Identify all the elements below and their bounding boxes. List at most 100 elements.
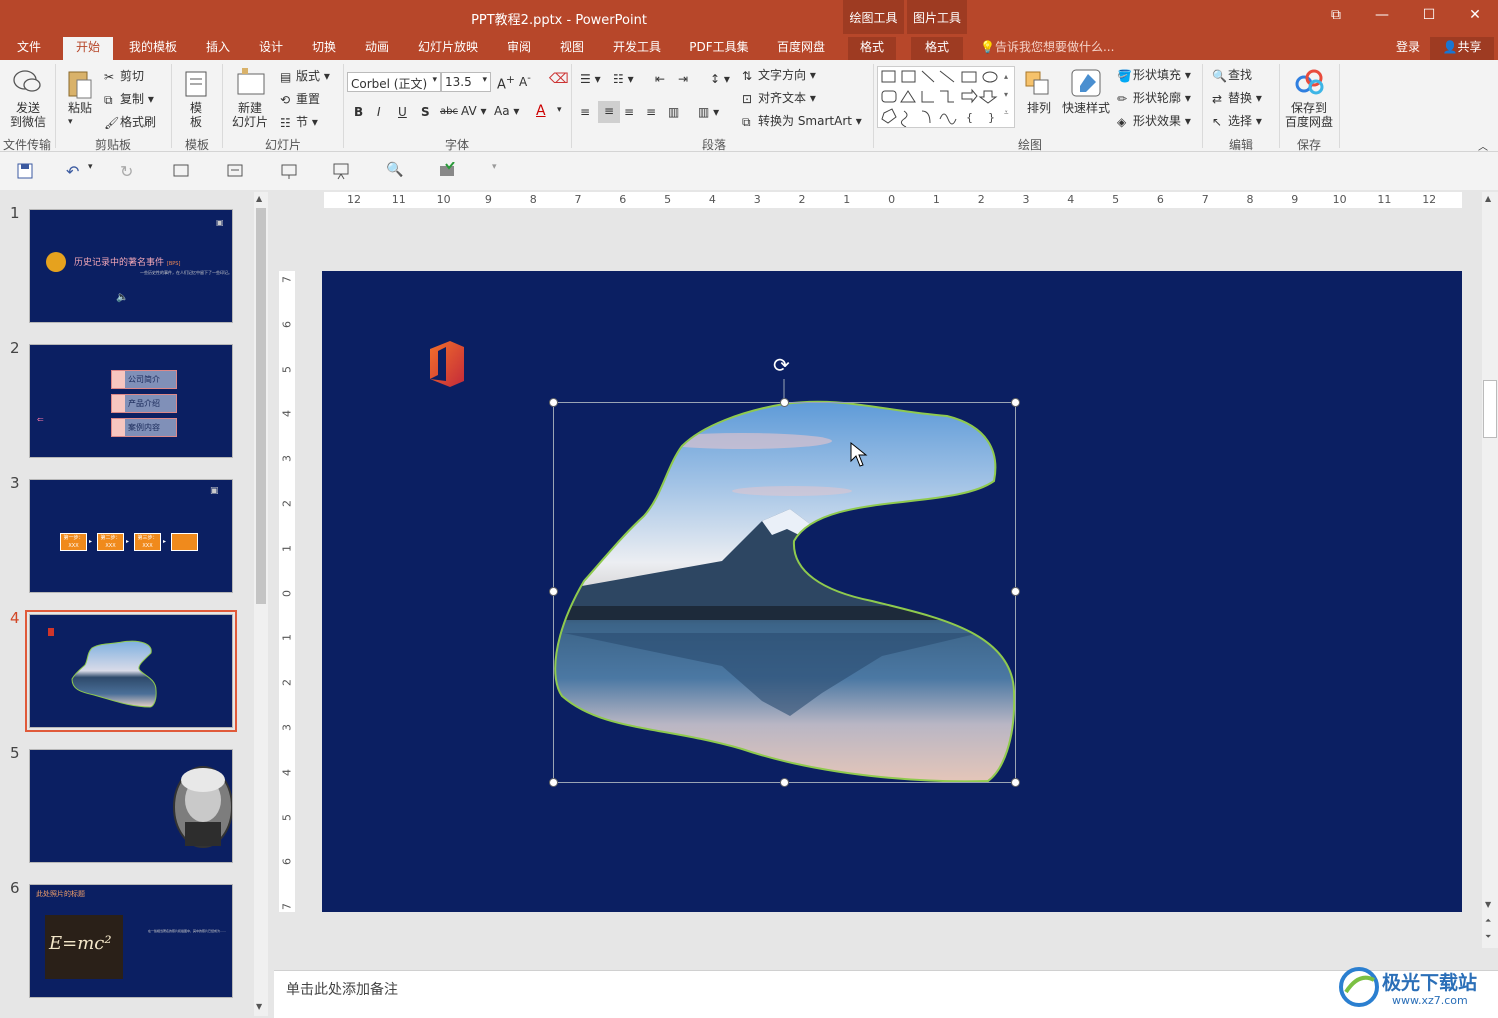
slide-canvas[interactable]: ⟳ [322, 271, 1462, 912]
gallery-scroll-icon[interactable]: ▴ ▾ ⩡ [1004, 68, 1009, 122]
bold-button[interactable]: B [354, 105, 363, 119]
login-link[interactable]: 登录 [1388, 37, 1428, 60]
tab-file[interactable]: 文件 [6, 37, 52, 60]
columns-button[interactable]: ▥ ▾ [698, 105, 719, 119]
tab-review[interactable]: 审阅 [497, 37, 541, 60]
shadow-button[interactable]: S [421, 105, 430, 119]
shape-effects-button[interactable]: ◈ 形状效果 ▾ [1117, 112, 1191, 129]
tab-animations[interactable]: 动画 [355, 37, 399, 60]
align-center-button[interactable]: ≡ [598, 101, 620, 123]
notes-pane[interactable]: 单击此处添加备注 [274, 970, 1498, 1018]
scroll-up-icon[interactable]: ▲ [256, 194, 262, 203]
clear-formatting-icon[interactable]: ⌫ [549, 71, 569, 87]
tab-picture-format[interactable]: 格式 [911, 37, 963, 60]
save-to-baidu-button[interactable]: 保存到 百度网盘 [1282, 101, 1336, 129]
new-slide-qat-icon[interactable] [226, 162, 244, 180]
italic-button[interactable]: I [377, 105, 381, 119]
send-to-wechat-button[interactable]: 发送 到微信 [6, 101, 50, 129]
new-slide-button[interactable]: 新建 幻灯片 [228, 101, 272, 129]
find-button[interactable]: 🔍查找 [1212, 66, 1252, 83]
tab-insert[interactable]: 插入 [196, 37, 240, 60]
customize-qat-icon[interactable]: ▾ [492, 162, 510, 180]
resize-handle-nw[interactable] [549, 398, 558, 407]
freeform-picture[interactable] [322, 271, 1462, 912]
line-spacing-button[interactable]: ↕ ▾ [710, 72, 730, 86]
align-right-button[interactable]: ≡ [624, 105, 634, 119]
resize-handle-n[interactable] [780, 398, 789, 407]
shape-fill-button[interactable]: 🪣形状填充 ▾ [1117, 66, 1191, 83]
char-spacing-button[interactable]: AV ▾ [461, 104, 487, 118]
cut-button[interactable]: ✂ 剪切 [104, 67, 144, 84]
slide-thumbnail-3[interactable]: 第一步： XXX ▸ 第二步： XXX ▸ 第三步： XXX ▸ ▣ [29, 479, 233, 593]
scroll-up-icon[interactable]: ▲ [1485, 194, 1491, 203]
resize-handle-w[interactable] [549, 587, 558, 596]
rotate-handle-icon[interactable]: ⟳ [773, 355, 790, 375]
align-left-button[interactable]: ≡ [580, 105, 590, 119]
tell-me-search[interactable]: 💡告诉我您想要做什么... [980, 37, 1130, 60]
minimize-button[interactable]: — [1371, 7, 1393, 23]
copy-button[interactable]: ⧉ 复制 ▾ [104, 90, 154, 107]
scroll-down-icon[interactable]: ▼ [1485, 900, 1491, 909]
align-text-button[interactable]: ⊡ 对齐文本 ▾ [742, 89, 816, 106]
resize-handle-s[interactable] [780, 778, 789, 787]
scrollbar-thumb[interactable] [1483, 380, 1497, 438]
grow-font-button[interactable]: A+ [497, 73, 515, 92]
tab-pdf-tools[interactable]: PDF工具集 [680, 37, 758, 60]
template-button[interactable]: 模 板 [184, 101, 208, 129]
font-name-select[interactable]: Corbel (正文) ▾ [347, 72, 441, 92]
distributed-button[interactable]: ▥ [668, 105, 679, 119]
scrollbar-thumb[interactable] [256, 208, 266, 604]
font-color-dropdown-icon[interactable]: ▾ [557, 105, 562, 115]
justify-button[interactable]: ≡ [646, 105, 656, 119]
tab-slideshow[interactable]: 幻灯片放映 [408, 37, 488, 60]
font-color-button[interactable]: A [536, 103, 546, 119]
slide-thumbnail-4[interactable] [25, 610, 237, 732]
undo-dropdown-icon[interactable]: ▾ [88, 162, 106, 180]
layout-button[interactable]: ▤ 版式 ▾ [280, 67, 330, 84]
tab-my-templates[interactable]: 我的模板 [120, 37, 186, 60]
thumbnail-scrollbar[interactable]: ▲ ▼ [254, 192, 268, 1016]
text-direction-button[interactable]: ⇅ 文字方向 ▾ [742, 66, 816, 83]
from-beginning-icon[interactable] [172, 162, 190, 180]
resize-handle-ne[interactable] [1011, 398, 1020, 407]
tab-home[interactable]: 开始 [63, 37, 113, 60]
spell-check-icon[interactable] [438, 161, 456, 180]
close-button[interactable]: ✕ [1464, 7, 1486, 23]
resize-handle-sw[interactable] [549, 778, 558, 787]
tab-developer[interactable]: 开发工具 [604, 37, 670, 60]
print-preview-icon[interactable]: 🔍 [386, 162, 404, 180]
convert-smartart-button[interactable]: ⧉ 转换为 SmartArt ▾ [742, 112, 862, 129]
increase-indent-button[interactable]: ⇥ [678, 72, 688, 86]
section-button[interactable]: ☷ 节 ▾ [280, 113, 318, 130]
underline-button[interactable]: U [398, 105, 407, 119]
format-painter-button[interactable]: 🖌格式刷 [104, 113, 156, 130]
share-button[interactable]: 👤共享 [1430, 37, 1494, 60]
quick-styles-button[interactable]: 快速样式 [1060, 101, 1112, 115]
resize-handle-e[interactable] [1011, 587, 1020, 596]
slide-thumbnail-6[interactable]: 此处照片的标题 E=mc² 在一些相当著名的照片和插图中，其中的照片已经成为…… [29, 884, 233, 998]
shrink-font-button[interactable]: A- [519, 73, 531, 89]
numbering-button[interactable]: ☷ ▾ [613, 72, 634, 86]
tab-drawing-format[interactable]: 格式 [848, 37, 896, 60]
tab-design[interactable]: 设计 [250, 37, 292, 60]
tab-view[interactable]: 视图 [550, 37, 594, 60]
paste-button[interactable]: 粘贴 [62, 101, 98, 115]
notes-placeholder[interactable]: 单击此处添加备注 [286, 979, 398, 999]
save-icon[interactable] [16, 162, 34, 180]
editor-scrollbar[interactable]: ▲ ▼ ⏶ ⏷ [1482, 192, 1498, 948]
strikethrough-button[interactable]: abc [440, 106, 458, 117]
tab-baidu-pan[interactable]: 百度网盘 [768, 37, 834, 60]
next-slide-icon[interactable]: ⏷ [1485, 932, 1491, 942]
shape-gallery[interactable]: {} [877, 66, 1015, 128]
collapse-ribbon-icon[interactable]: ︿ [1478, 138, 1488, 153]
presenter-view-icon[interactable] [280, 162, 298, 180]
change-case-button[interactable]: Aa ▾ [494, 104, 519, 118]
select-button[interactable]: ↖ 选择 ▾ [1212, 112, 1262, 129]
paste-dropdown-icon[interactable]: ▾ [68, 117, 73, 127]
reset-button[interactable]: ⟲ 重置 [280, 90, 320, 107]
maximize-button[interactable]: ☐ [1418, 7, 1440, 23]
decrease-indent-button[interactable]: ⇤ [655, 72, 665, 86]
arrange-button[interactable]: 排列 [1022, 101, 1056, 115]
slide-thumbnail-2[interactable]: 公司简介 产品介绍 案例内容 ⇐ [29, 344, 233, 458]
ribbon-display-options-icon[interactable]: ⧉ [1325, 7, 1347, 23]
